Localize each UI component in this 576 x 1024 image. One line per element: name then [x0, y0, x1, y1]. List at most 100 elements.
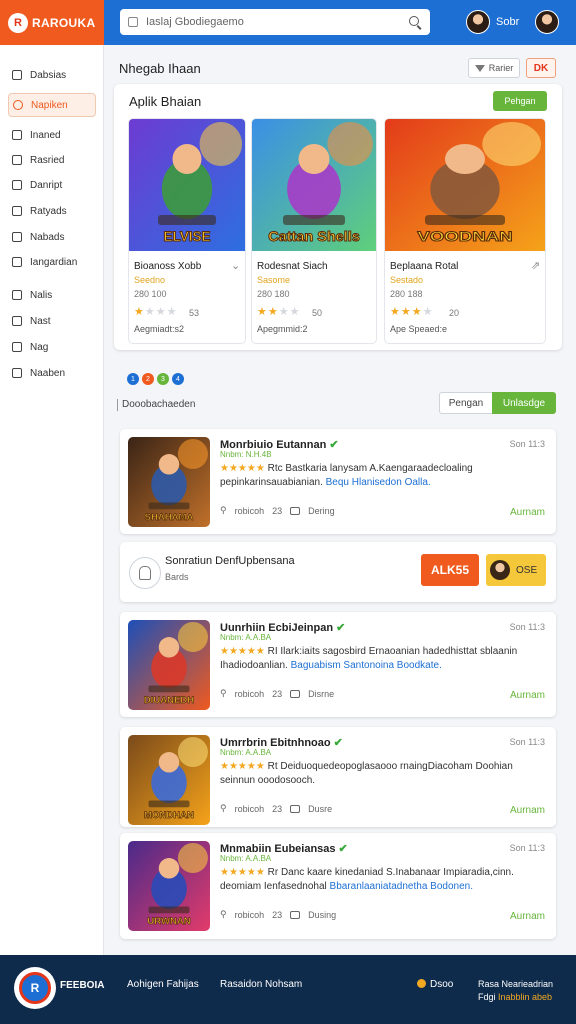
- featured-card[interactable]: VOODNAN Beplaana Rotal Sestado 280 188 ★★★★ 2…: [384, 118, 546, 344]
- listing-likes: 23: [272, 803, 283, 814]
- filter-button[interactable]: Rarier: [468, 58, 520, 78]
- profile-avatar[interactable]: [535, 10, 559, 34]
- listing-desc-link[interactable]: Bequ Hlanisedon Oalla.: [326, 477, 431, 488]
- game-thumbnail[interactable]: URWNAN: [128, 841, 210, 931]
- sidebar-item-7[interactable]: Nabads: [8, 225, 96, 249]
- comment-icon[interactable]: [290, 506, 301, 515]
- listing-comments[interactable]: Dusing: [308, 910, 336, 920]
- sidebar-item-6[interactable]: Ratyads: [8, 199, 96, 223]
- list-item[interactable]: URWNAN Mnmabiin Eubeiansas ✔ Nnbm: A.A.BA ★★…: [120, 833, 556, 939]
- footer-right-line-2: Fdgi Inabblin abeb: [478, 992, 552, 1002]
- pin-icon: ⚲: [220, 505, 227, 515]
- listing-comments[interactable]: Dering: [308, 506, 335, 516]
- comment-icon[interactable]: [290, 910, 301, 919]
- list-item[interactable]: MONDHAN Umrrbrin Ebitnhnoao ✔ Nnbm: A.A.BA ★…: [120, 727, 556, 827]
- pager-dot[interactable]: 3: [157, 373, 169, 385]
- sidebar-item-3[interactable]: Inaned: [8, 123, 96, 147]
- svg-text:MONDHAN: MONDHAN: [144, 810, 194, 821]
- listing-footer: ⚲ robicoh 23 Dering: [220, 505, 335, 516]
- sidebar-item-label: Inaned: [30, 129, 61, 141]
- sidebar-item-2[interactable]: Napiken: [8, 93, 96, 117]
- featured-card[interactable]: ELVISE Bioanoss Xobb Seedno 280 100 ★★★★ 53 Ae…: [128, 118, 246, 344]
- game-name[interactable]: Beplaana Rotal: [390, 261, 458, 272]
- listing-action-link[interactable]: Aurnam: [510, 507, 545, 518]
- nav-item-icon: [12, 290, 22, 300]
- nav-item-icon: [12, 70, 22, 80]
- close-button[interactable]: DK: [526, 58, 556, 78]
- promo-primary-button[interactable]: ALK55: [421, 554, 479, 586]
- listing-action-link[interactable]: Aurnam: [510, 690, 545, 701]
- listing-subtitle: Nnbm: N.H.4B: [220, 450, 272, 459]
- game-name[interactable]: Bioanoss Xobb: [134, 261, 201, 272]
- footer-badge-label: Dsoo: [430, 979, 454, 990]
- footer-right-line-1: Rasa Nearieadrian: [478, 979, 554, 989]
- sidebar-item-10[interactable]: Nast: [8, 309, 96, 333]
- listing-action-link[interactable]: Aurnam: [510, 805, 545, 816]
- game-thumbnail[interactable]: MONDHAN: [128, 735, 210, 825]
- share-icon[interactable]: ⇗: [531, 259, 540, 272]
- svg-text:Cattan Shells: Cattan Shells: [268, 229, 360, 245]
- comment-icon[interactable]: [290, 804, 301, 813]
- game-thumbnail[interactable]: ELVISE: [129, 119, 245, 251]
- promo-subtitle: Bards: [165, 572, 189, 582]
- footer-right-b: Inabblin abeb: [498, 992, 553, 1002]
- logo-mark-icon: R: [19, 972, 51, 1004]
- sidebar-item-12[interactable]: Naaben: [8, 361, 96, 385]
- featured-card[interactable]: Cattan Shells Rodesnat Siach Sasome 280 180…: [251, 118, 377, 344]
- comment-icon[interactable]: [290, 689, 301, 698]
- search-bar[interactable]: [120, 9, 430, 35]
- rating-stars: ★★★★★: [220, 463, 265, 474]
- tab-unlasdge[interactable]: Unlasdge: [492, 392, 556, 414]
- listing-likes: 23: [272, 505, 283, 516]
- user-name[interactable]: Sobr: [496, 16, 519, 28]
- sidebar-item-4[interactable]: Rasried: [8, 148, 96, 172]
- search-input[interactable]: [146, 16, 401, 28]
- listing-subtitle: Nnbm: A.A.BA: [220, 748, 272, 757]
- listing-views: robicoh: [234, 505, 265, 516]
- featured-action-button[interactable]: Pehgan: [493, 91, 547, 111]
- game-name[interactable]: Rodesnat Siach: [257, 261, 328, 272]
- game-thumbnail[interactable]: Cattan Shells: [252, 119, 376, 251]
- sidebar-item-11[interactable]: Nag: [8, 335, 96, 359]
- svg-text:ELVISE: ELVISE: [163, 229, 210, 244]
- pager-dot[interactable]: 1: [127, 373, 139, 385]
- listing-desc-link[interactable]: Bbaranlaaniatadnetha Bodonen.: [330, 881, 473, 892]
- chevron-down-icon[interactable]: ⌄: [231, 259, 240, 272]
- verified-icon: ✔: [338, 843, 348, 855]
- sidebar-item-9[interactable]: Nalis: [8, 283, 96, 307]
- svg-text:VOODNAN: VOODNAN: [417, 229, 512, 244]
- avatar[interactable]: [466, 10, 490, 34]
- brand-logo[interactable]: R RAROUKA: [0, 0, 104, 45]
- pager-dot[interactable]: 4: [172, 373, 184, 385]
- game-thumbnail[interactable]: VOODNAN: [385, 119, 545, 251]
- promo-secondary-button[interactable]: OSE: [486, 554, 546, 586]
- sidebar-item-label: Napiken: [31, 99, 68, 111]
- listing-comments[interactable]: Dusre: [308, 804, 332, 814]
- pager-dots: 1234: [127, 373, 184, 385]
- pager-dot[interactable]: 2: [142, 373, 154, 385]
- sidebar-item-label: Naaben: [30, 367, 66, 379]
- footer-link-2[interactable]: Rasaidon Nohsam: [220, 979, 302, 990]
- game-thumbnail[interactable]: DIUANEDH: [128, 620, 210, 710]
- listing-subtitle: Nnbm: A.A.BA: [220, 854, 272, 863]
- sidebar-item-5[interactable]: Danript: [8, 173, 96, 197]
- footer-badge[interactable]: Dsoo: [417, 979, 453, 990]
- game-size: 280 180: [257, 289, 290, 299]
- game-thumbnail[interactable]: SHAHAMA: [128, 437, 210, 527]
- footer-logo[interactable]: R: [14, 967, 56, 1009]
- sidebar-item-8[interactable]: Iangardian: [8, 250, 96, 274]
- list-item[interactable]: DIUANEDH Uunrhiin EcbiJeinpan ✔ Nnbm: A.A.B…: [120, 612, 556, 717]
- tab-pengan[interactable]: Pengan: [439, 392, 493, 414]
- list-item[interactable]: SHAHAMA Monrbiuio Eutannan ✔ Nnbm: N.H.4B ★★…: [120, 429, 556, 534]
- footer-link-1[interactable]: Aohigen Fahijas: [127, 979, 199, 990]
- listing-comments[interactable]: Disrne: [308, 689, 334, 699]
- listing-footer: ⚲ robicoh 23 Dusing: [220, 909, 336, 920]
- game-size: 280 188: [390, 289, 423, 299]
- sidebar-item-1[interactable]: Dabsias: [8, 63, 96, 87]
- search-icon[interactable]: [409, 15, 422, 29]
- listing-action-link[interactable]: Aurnam: [510, 911, 545, 922]
- listing-desc-link[interactable]: Baguabism Santonoina Boodkate.: [291, 660, 442, 671]
- nav-item-icon: [12, 257, 22, 267]
- listing-footer: ⚲ robicoh 23 Dusre: [220, 803, 332, 814]
- rating-score: 20: [449, 308, 460, 318]
